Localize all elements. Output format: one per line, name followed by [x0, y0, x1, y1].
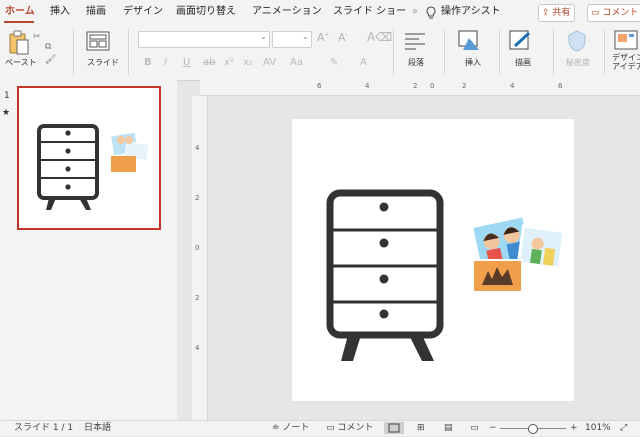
slide-count: スライド 1 / 1: [14, 423, 74, 433]
insert-label: 挿入: [465, 58, 481, 67]
tab-transitions[interactable]: 画面切り替え: [176, 0, 236, 24]
ruler-label: 0: [430, 82, 435, 90]
new-slide-icon[interactable]: [86, 30, 110, 56]
ribbon-separator: [128, 29, 129, 75]
comments-label: コメント: [602, 8, 639, 18]
italic-icon[interactable]: I: [164, 57, 167, 68]
ruler-label: 6: [317, 82, 322, 90]
family-photos-image[interactable]: [469, 213, 566, 293]
lightbulb-icon[interactable]: [425, 5, 437, 24]
normal-view-icon[interactable]: [384, 422, 404, 434]
slide-number: 1: [4, 91, 10, 101]
fit-slide-icon[interactable]: ⤢: [620, 421, 627, 436]
copy-icon[interactable]: ⧉: [45, 42, 51, 52]
ribbon-separator: [393, 29, 394, 75]
character-spacing-icon[interactable]: AV: [263, 57, 276, 68]
reading-view-icon[interactable]: ▤: [444, 421, 453, 436]
ribbon-separator: [499, 29, 500, 75]
draw-label: 描画: [515, 58, 531, 67]
drawer-chest-image[interactable]: [326, 189, 444, 361]
ruler-label: 4: [195, 144, 200, 152]
ruler-label: 4: [510, 82, 515, 90]
tab-tell-me[interactable]: 操作アシスト: [441, 0, 501, 24]
ruler-label: 0: [195, 244, 200, 252]
tab-draw[interactable]: 描画: [86, 0, 106, 24]
ruler-label: 2: [195, 194, 200, 202]
zoom-out-icon[interactable]: −: [489, 421, 497, 436]
language-indicator[interactable]: 日本語: [84, 421, 111, 436]
star-icon: ★: [2, 108, 11, 118]
ruler-label: 2: [195, 294, 200, 302]
paste-icon[interactable]: [8, 30, 30, 60]
more-tabs-icon[interactable]: »: [412, 0, 418, 24]
underline-icon[interactable]: U: [183, 57, 190, 68]
paragraph-icon[interactable]: [404, 31, 426, 55]
share-icon: ⇪: [542, 8, 550, 18]
cut-icon[interactable]: ✂: [33, 32, 41, 42]
tab-insert[interactable]: 挿入: [50, 0, 70, 24]
ribbon-tab-bar: ホーム 挿入 描画 デザイン 画面切り替え アニメーション スライド ショー »…: [0, 0, 640, 24]
share-button[interactable]: ⇪ 共有: [538, 4, 576, 22]
ribbon-separator: [553, 29, 554, 75]
comments-status-label: コメント: [337, 423, 374, 433]
bold-icon[interactable]: B: [144, 57, 152, 68]
notes-icon: ≐: [272, 423, 280, 433]
slideshow-view-icon[interactable]: ▭: [470, 421, 479, 436]
ruler-label: 4: [365, 82, 370, 90]
comment-icon: ▭: [326, 423, 335, 433]
draw-icon[interactable]: [509, 30, 533, 56]
zoom-slider-thumb[interactable]: [527, 424, 538, 434]
zoom-in-icon[interactable]: +: [570, 421, 578, 436]
new-slide-label: スライド: [87, 58, 119, 67]
change-case-icon[interactable]: Aa: [290, 57, 303, 68]
designer-label-line2: アイデア: [612, 62, 640, 71]
thumbnail-preview: [37, 124, 150, 210]
ribbon-separator: [604, 29, 605, 75]
tab-animations[interactable]: アニメーション: [252, 0, 322, 24]
shrink-font-icon[interactable]: A-: [338, 31, 348, 44]
vertical-ruler[interactable]: 4 2 0 2 4: [192, 96, 208, 420]
notes-label: ノート: [282, 423, 310, 433]
insert-shape-icon[interactable]: [458, 30, 482, 56]
font-name-select[interactable]: [138, 31, 270, 48]
highlight-icon[interactable]: ✎: [330, 57, 338, 68]
comment-icon: ▭: [591, 8, 600, 18]
comments-button[interactable]: ▭ コメント: [587, 4, 640, 22]
chevron-down-icon: ⌄: [260, 32, 267, 41]
status-bar: スライド 1 / 1 日本語 ≐ ノート ▭ コメント ⊞ ▤ ▭ − + 10…: [0, 420, 640, 436]
designer-label: デザイン アイデア: [612, 53, 640, 71]
horizontal-ruler[interactable]: 6 4 2 0 2 4 6: [200, 80, 640, 96]
zoom-level[interactable]: 101%: [585, 421, 611, 436]
sensitivity-icon[interactable]: [566, 30, 588, 56]
designer-label-line1: デザイン: [612, 53, 640, 62]
sensitivity-label: 秘密度: [566, 58, 590, 67]
superscript-icon[interactable]: x²: [224, 57, 234, 68]
format-painter-icon[interactable]: 🖌: [45, 55, 56, 65]
notes-button[interactable]: ≐ ノート: [272, 421, 309, 436]
share-label: 共有: [552, 8, 571, 18]
grow-font-icon[interactable]: A+: [317, 31, 330, 44]
slide-sorter-icon[interactable]: ⊞: [417, 421, 425, 436]
ruler-label: 4: [195, 344, 200, 352]
ribbon-home: ペースト ✂ ⧉ 🖌 スライド ⌄ ⌄ A+ A- A⌫ B I U ab x²…: [0, 24, 640, 81]
strikethrough-icon[interactable]: ab: [203, 57, 215, 68]
paragraph-label: 段落: [408, 58, 424, 67]
ribbon-separator: [444, 29, 445, 75]
tab-design[interactable]: デザイン: [123, 0, 163, 24]
paste-label: ペースト: [5, 58, 37, 67]
active-tab-indicator: [4, 21, 34, 23]
chevron-down-icon: ⌄: [302, 32, 309, 41]
clear-formatting-icon[interactable]: A⌫: [367, 30, 392, 44]
slide-thumbnail[interactable]: [17, 86, 161, 230]
ruler-label: 2: [462, 82, 467, 90]
font-color-icon[interactable]: A: [360, 57, 367, 68]
subscript-icon[interactable]: x₂: [243, 57, 253, 68]
ruler-label: 6: [558, 82, 563, 90]
ribbon-separator: [73, 29, 74, 75]
comments-status-button[interactable]: ▭ コメント: [326, 421, 373, 436]
tab-slideshow[interactable]: スライド ショー: [333, 0, 406, 24]
ruler-label: 2: [413, 82, 418, 90]
slide[interactable]: [292, 119, 574, 401]
